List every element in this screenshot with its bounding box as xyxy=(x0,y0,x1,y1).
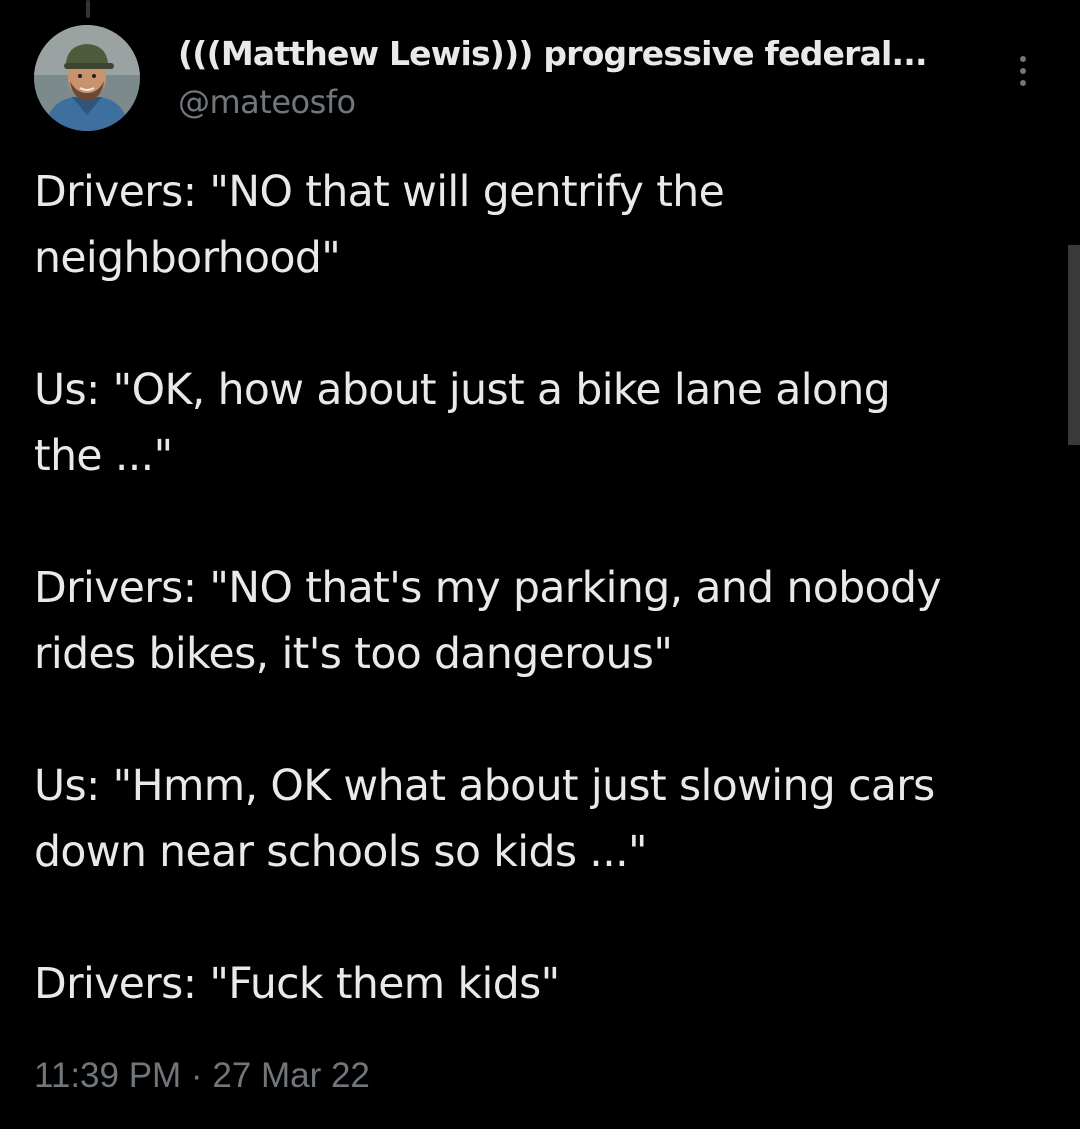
tweet-text-line: the ..." xyxy=(34,432,173,481)
author-display-name[interactable]: (((Matthew Lewis))) progressive federal.… xyxy=(178,34,928,73)
tweet-text-line: Us: "OK, how about just a bike lane alon… xyxy=(34,366,891,415)
scrollbar-thumb[interactable] xyxy=(1068,245,1080,445)
tweet-paragraph-gap xyxy=(34,886,1034,952)
tweet-text-line: neighborhood" xyxy=(34,234,341,283)
tweet-text-line: Drivers: "NO that's my parking, and nobo… xyxy=(34,564,942,613)
tweet-text: Drivers: "NO that will gentrify the neig… xyxy=(34,160,1034,1018)
tweet-timestamp[interactable]: 11:39 PM · 27 Mar 22 xyxy=(34,1056,370,1096)
thread-connector-line xyxy=(86,0,90,18)
tweet-text-line: Drivers: "Fuck them kids" xyxy=(34,960,560,1009)
tweet-text-line: rides bikes, it's too dangerous" xyxy=(34,630,673,679)
tweet-text-line: down near schools so kids ..." xyxy=(34,828,648,877)
author-handle[interactable]: @mateosfo xyxy=(178,83,356,121)
tweet-paragraph-gap xyxy=(34,688,1034,754)
avatar-photo xyxy=(34,25,140,131)
tweet-text-line: Us: "Hmm, OK what about just slowing car… xyxy=(34,762,935,811)
more-options-button[interactable] xyxy=(1008,52,1038,90)
avatar[interactable] xyxy=(34,25,140,131)
tweet-paragraph-gap xyxy=(34,490,1034,556)
tweet-paragraph-gap xyxy=(34,292,1034,358)
tweet-text-line: Drivers: "NO that will gentrify the xyxy=(34,168,725,217)
